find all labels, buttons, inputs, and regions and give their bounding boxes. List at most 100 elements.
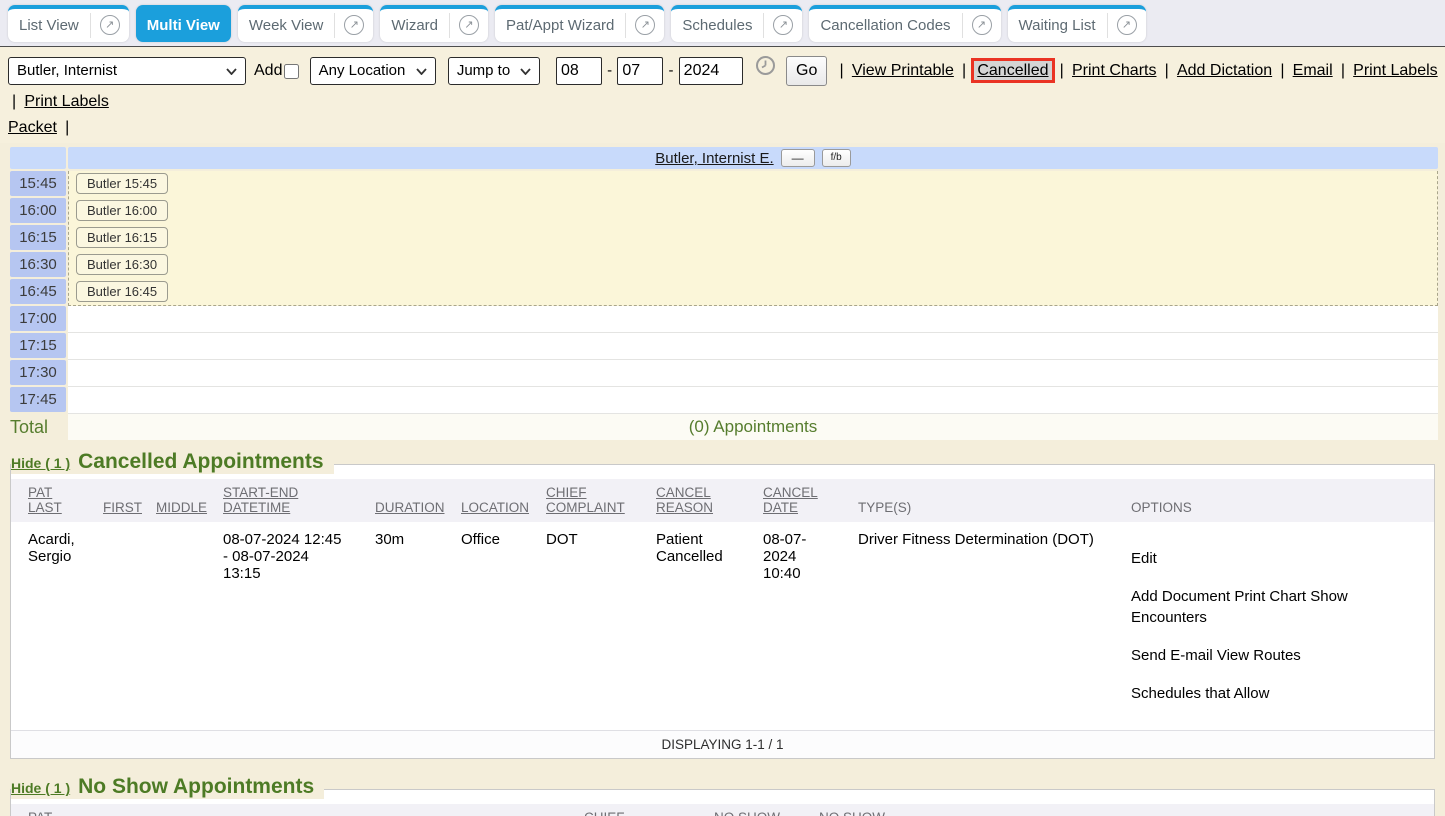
time-slot-label[interactable]: 17:30	[10, 360, 66, 385]
col-noshow-date[interactable]: NO SHOW DATE	[819, 804, 919, 816]
col-first[interactable]: FIRST	[103, 804, 156, 816]
col-pat-last[interactable]: PAT LAST	[11, 479, 103, 522]
col-location[interactable]: LOCATION	[461, 479, 546, 522]
empty-schedule-row[interactable]	[68, 306, 1438, 333]
time-slot-label[interactable]: 17:45	[10, 387, 66, 412]
pipe-separator: |	[1060, 62, 1064, 79]
slot-button-1630[interactable]: Butler 16:30	[76, 254, 168, 275]
time-slot-label[interactable]: 15:45	[10, 171, 66, 196]
col-first[interactable]: FIRST	[103, 479, 156, 522]
col-pat-last[interactable]: PAT LAST	[11, 804, 103, 816]
pipe-separator: |	[962, 62, 966, 79]
time-slot-label[interactable]: 16:15	[10, 225, 66, 250]
fb-toggle-button[interactable]: f/b	[822, 149, 851, 167]
provider-name-link[interactable]: Butler, Internist E.	[655, 150, 773, 167]
clock-icon[interactable]	[755, 55, 776, 87]
pipe-separator: |	[840, 62, 844, 79]
tab-multi-view[interactable]: Multi View	[136, 5, 231, 42]
open-in-new-button[interactable]: ↗	[626, 9, 664, 42]
col-chief-complaint[interactable]: CHIEF COMPLAINT	[584, 804, 714, 816]
print-charts-link[interactable]: Print Charts	[1072, 62, 1156, 79]
cancelled-section-legend: Hide ( 1 ) Cancelled Appointments	[11, 450, 334, 474]
col-start-end[interactable]: START-END DATETIME	[223, 479, 375, 522]
time-slot-label[interactable]: 16:00	[10, 198, 66, 223]
provider-select[interactable]: Butler, Internist	[8, 57, 246, 85]
options-action-links[interactable]: Schedules that Allow	[1131, 683, 1426, 704]
slot-button-1615[interactable]: Butler 16:15	[76, 227, 168, 248]
date-month-input[interactable]	[556, 57, 602, 85]
hide-cancelled-link[interactable]: Hide ( 1 )	[11, 455, 70, 471]
add-label: Add	[254, 62, 282, 79]
view-tab-bar: List View ↗ Multi View Week View ↗ Wizar…	[0, 0, 1445, 47]
time-slot-label[interactable]: 16:30	[10, 252, 66, 277]
time-slot-label[interactable]: 17:00	[10, 306, 66, 331]
open-in-new-button[interactable]: ↗	[335, 9, 373, 42]
jump-to-select[interactable]: Jump to	[448, 57, 540, 85]
pipe-separator: |	[12, 93, 16, 110]
cancelled-displaying-status: DISPLAYING 1-1 / 1	[11, 730, 1434, 758]
tab-wizard[interactable]: Wizard ↗	[380, 5, 488, 42]
add-checkbox[interactable]	[284, 64, 299, 79]
col-duration[interactable]: DURATION	[375, 479, 461, 522]
cell-pat-last: Acardi, Sergio	[11, 522, 103, 730]
col-cancel-date[interactable]: CANCEL DATE	[763, 479, 858, 522]
email-link[interactable]: Email	[1293, 62, 1333, 79]
options-action-links[interactable]: Edit	[1131, 548, 1426, 569]
print-labels-packet-link[interactable]: Packet	[8, 119, 57, 136]
open-in-new-button[interactable]: ↗	[450, 9, 488, 42]
provider-select-value: Butler, Internist	[17, 56, 117, 86]
tab-label: Wizard	[380, 9, 449, 42]
tab-label: Pat/Appt Wizard	[495, 9, 625, 42]
chevron-down-icon	[226, 68, 237, 75]
options-action-links[interactable]: Add Document Print Chart Show Encounters	[1131, 586, 1426, 628]
tab-label: Multi View	[136, 9, 231, 42]
schedule-body-column: Butler 15:45 Butler 16:00 Butler 16:15 B…	[68, 171, 1438, 414]
col-middle[interactable]: MIDDLE	[156, 479, 223, 522]
tab-cancellation-codes[interactable]: Cancellation Codes ↗	[809, 5, 1000, 42]
slot-button-1545[interactable]: Butler 15:45	[76, 173, 168, 194]
view-printable-link[interactable]: View Printable	[852, 62, 954, 79]
cancelled-link[interactable]: Cancelled	[974, 61, 1051, 80]
go-button[interactable]: Go	[786, 56, 827, 86]
options-action-links[interactable]: Send E-mail View Routes	[1131, 645, 1426, 666]
collapse-column-button[interactable]: —	[781, 149, 815, 167]
arrow-up-right-icon: ↗	[100, 15, 120, 35]
arrow-up-right-icon: ↗	[972, 15, 992, 35]
tab-week-view[interactable]: Week View ↗	[238, 5, 373, 42]
tab-waiting-list[interactable]: Waiting List ↗	[1008, 5, 1146, 42]
tab-schedules[interactable]: Schedules ↗	[671, 5, 802, 42]
hide-noshow-link[interactable]: Hide ( 1 )	[11, 780, 70, 796]
open-in-new-button[interactable]: ↗	[764, 9, 802, 42]
date-separator: -	[607, 62, 612, 79]
add-dictation-link[interactable]: Add Dictation	[1177, 62, 1272, 79]
col-duration[interactable]: DURATION	[413, 804, 499, 816]
slot-button-1600[interactable]: Butler 16:00	[76, 200, 168, 221]
date-day-input[interactable]	[617, 57, 663, 85]
empty-schedule-row[interactable]	[68, 360, 1438, 387]
time-slot-label[interactable]: 16:45	[10, 279, 66, 304]
print-labels-link[interactable]: Print Labels	[1353, 62, 1438, 79]
empty-schedule-row[interactable]	[68, 387, 1438, 414]
tab-pat-appt-wizard[interactable]: Pat/Appt Wizard ↗	[495, 5, 664, 42]
col-middle[interactable]: MIDDLE	[156, 804, 223, 816]
multi-view-schedule-grid: Butler, Internist E. — f/b 15:45 16:00 1…	[10, 147, 1438, 440]
scheduler-app: { "tab_bar": { "tabs": [ { "label": "Lis…	[0, 0, 1445, 816]
cell-options: Edit Add Document Print Chart Show Encou…	[1131, 522, 1434, 730]
col-cancel-reason[interactable]: CANCEL REASON	[656, 479, 763, 522]
location-select[interactable]: Any Location	[310, 57, 436, 85]
cancelled-table-header-row: PAT LAST FIRST MIDDLE START-END DATETIME…	[11, 479, 1434, 522]
empty-schedule-row[interactable]	[68, 333, 1438, 360]
print-labels-2-link[interactable]: Print Labels	[24, 93, 109, 110]
open-in-new-button[interactable]: ↗	[963, 9, 1001, 42]
date-year-input[interactable]	[679, 57, 743, 85]
col-noshow-reason[interactable]: NO SHOW REASON	[714, 804, 819, 816]
col-chief-complaint[interactable]: CHIEF COMPLAINT	[546, 479, 656, 522]
open-in-new-button[interactable]: ↗	[91, 9, 129, 42]
col-start-end[interactable]: START-END DATETIME	[223, 804, 413, 816]
slot-button-1645[interactable]: Butler 16:45	[76, 281, 168, 302]
open-in-new-button[interactable]: ↗	[1108, 9, 1146, 42]
cancelled-appointments-table: PAT LAST FIRST MIDDLE START-END DATETIME…	[11, 479, 1434, 730]
tab-list-view[interactable]: List View ↗	[8, 5, 129, 42]
time-slot-label[interactable]: 17:15	[10, 333, 66, 358]
col-location[interactable]: LOCATION	[499, 804, 584, 816]
